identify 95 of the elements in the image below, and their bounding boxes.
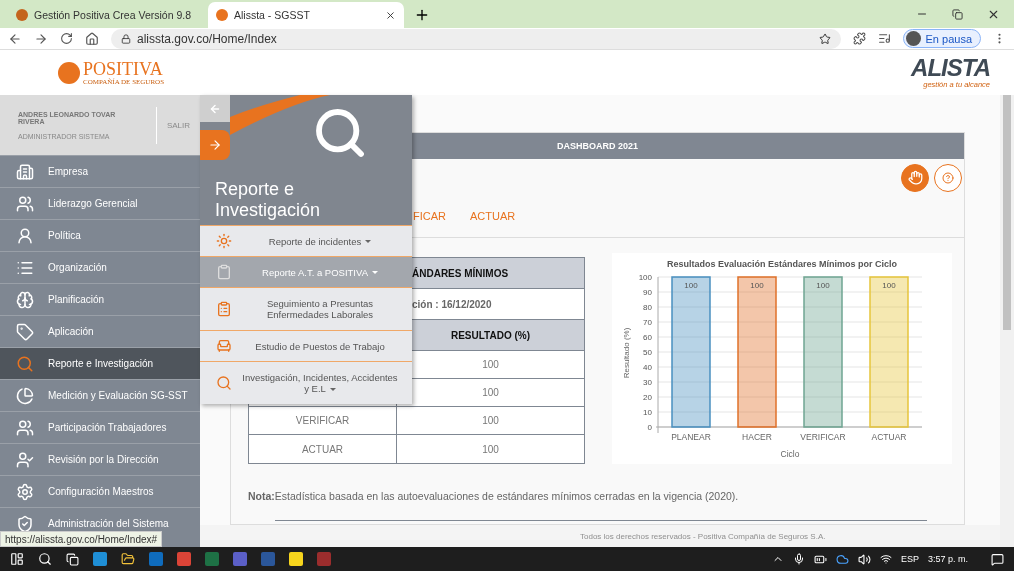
y-tick-label: 40	[643, 363, 652, 372]
search-icon	[16, 354, 34, 373]
note-text: Nota:Estadística basada en las autoevaluaciones de estándares mínimos cerradas en la vigencia (2020).	[248, 490, 740, 502]
language-indicator[interactable]: ESP	[900, 554, 919, 564]
extensions-icon[interactable]	[852, 32, 866, 45]
microphone-icon[interactable]	[792, 553, 805, 565]
chair-icon	[216, 338, 232, 354]
building-icon	[16, 162, 34, 181]
arrow-icon	[208, 138, 222, 152]
clock[interactable]: 3:57 p. m.	[927, 554, 968, 564]
wifi-icon[interactable]	[879, 553, 892, 565]
avatar-icon	[905, 31, 921, 46]
bar-value-label: 100	[750, 281, 764, 290]
table-cell: 100	[396, 407, 584, 434]
cloud-icon[interactable]	[835, 552, 849, 566]
table-cell: 100	[396, 435, 584, 463]
y-axis-label: Resultado (%)	[622, 327, 631, 379]
favicon-icon	[16, 9, 28, 21]
tag-icon	[16, 322, 34, 341]
clipboard-list-icon	[216, 301, 232, 317]
sidebar-item[interactable]: Planificación	[0, 283, 200, 315]
y-tick-label: 80	[643, 303, 652, 312]
sun-icon	[216, 233, 232, 249]
footer-text: Todos los derechos reservados - Positiva Compañía de Seguros S.A.	[580, 531, 826, 541]
task-view-icon[interactable]	[66, 552, 79, 566]
home-icon[interactable]	[85, 31, 99, 46]
search-icon[interactable]	[38, 552, 52, 566]
reload-icon[interactable]	[60, 32, 73, 45]
x-tick-label: PLANEAR	[671, 432, 711, 442]
table-cell-text: ACTUAR	[300, 442, 345, 457]
sidebar-item[interactable]: Reporte e Investigación	[0, 347, 200, 379]
hand-icon	[907, 170, 923, 185]
person-icon	[16, 226, 34, 245]
cycle-tab[interactable]: FICAR	[413, 205, 446, 228]
help-icon	[942, 171, 954, 184]
person-check-icon	[16, 450, 34, 469]
favicon-icon	[216, 9, 228, 21]
flyout-item[interactable]: Investigación, Incidentes, Accidentes y E.L	[200, 361, 412, 404]
brand-mark-icon	[58, 61, 80, 84]
media-icon[interactable]	[877, 32, 891, 45]
x-tick-label: VERIFICAR	[800, 432, 846, 442]
y-tick-label: 70	[643, 318, 652, 327]
flyout-title: Reporte e Investigación	[215, 179, 322, 221]
y-tick-label: 50	[643, 348, 652, 357]
people-icon	[16, 418, 34, 437]
flyout-item[interactable]: Seguimiento a Presuntas Enfermedades Laborales	[200, 287, 412, 330]
forward-icon[interactable]	[34, 31, 48, 46]
lock-icon	[121, 33, 131, 44]
star-icon[interactable]	[818, 32, 831, 45]
flyout-item[interactable]: Estudio de Puestos de Trabajo	[200, 330, 412, 361]
x-tick-label: ACTUAR	[871, 432, 907, 442]
new-tab-icon[interactable]	[414, 7, 430, 23]
bar-value-label: 100	[882, 281, 896, 290]
y-tick-label: 90	[643, 288, 652, 297]
chart-title: Resultados Evaluación Estándares Mínimos por Ciclo	[666, 259, 898, 269]
profile-button[interactable]: En pausa	[902, 29, 981, 48]
cycle-tab[interactable]: ACTUAR	[470, 205, 516, 228]
start-icon[interactable]	[10, 552, 24, 566]
speaker-icon[interactable]	[857, 552, 871, 566]
close-icon[interactable]	[385, 9, 396, 21]
head-icon	[16, 290, 34, 309]
pie-chart-icon	[16, 386, 34, 405]
flyout-item[interactable]: Reporte A.T. a POSITIVA	[200, 256, 412, 287]
address-field[interactable]: alissta.gov.co/Home/Index	[111, 28, 841, 49]
help-button[interactable]	[934, 163, 962, 192]
y-tick-label: 60	[643, 333, 652, 342]
table-cell-text: VERIFICAR	[294, 414, 351, 428]
bar-value-label: 100	[684, 281, 698, 290]
browser-tab[interactable]: Alissta - SGSST	[208, 2, 404, 28]
folder-icon[interactable]	[121, 552, 135, 566]
y-tick-label: 10	[643, 408, 652, 417]
y-tick-label: 30	[643, 378, 652, 387]
notifications-icon[interactable]	[991, 552, 1004, 566]
y-tick-label: 100	[638, 273, 652, 282]
logout-link[interactable]: SALIR	[155, 106, 190, 144]
gear-icon	[16, 482, 34, 501]
y-tick-label: 0	[647, 423, 652, 432]
search-icon	[216, 375, 232, 391]
flyout-item[interactable]: Reporte de incidentes	[200, 225, 412, 256]
bar-value-label: 100	[816, 281, 830, 290]
back-icon[interactable]	[8, 31, 22, 46]
scrollbar[interactable]	[1000, 95, 1014, 547]
app-logo-name: ALISTA	[911, 56, 990, 80]
sidebar-item[interactable]: Empresa	[0, 155, 200, 187]
people-icon	[16, 194, 34, 213]
x-tick-label: HACER	[742, 432, 772, 442]
restore-icon[interactable]	[952, 8, 963, 20]
url-tooltip: https://alissta.gov.co/Home/Index#	[0, 531, 163, 547]
y-tick-label: 20	[643, 393, 652, 402]
touch-button[interactable]	[901, 163, 929, 192]
x-axis-label: Ciclo	[780, 449, 800, 459]
back-icon	[209, 102, 221, 115]
clipboard-icon	[216, 264, 232, 280]
brand-name: POSITIVA	[83, 59, 164, 78]
shield-icon	[16, 514, 34, 533]
